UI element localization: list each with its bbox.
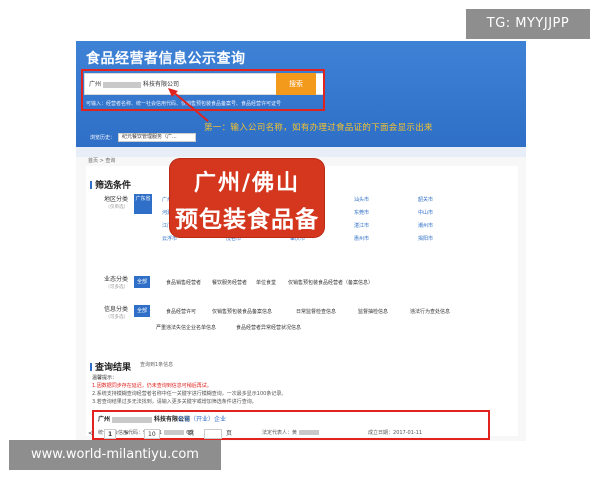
city-option[interactable]: 中山市 bbox=[418, 209, 433, 216]
page-title: 食品经营者信息公示查询 bbox=[86, 51, 246, 67]
history-label: 浏览历史： bbox=[90, 135, 116, 141]
city-option[interactable]: 潮州市 bbox=[418, 222, 433, 229]
redacted-block bbox=[164, 430, 185, 435]
city-option[interactable]: 汕头市 bbox=[354, 196, 369, 203]
region-label-text: 地区分类 bbox=[103, 196, 128, 203]
result-status: 在营（开业）企业 bbox=[178, 416, 227, 423]
info-option[interactable]: 违法行为查处信息 bbox=[410, 308, 450, 315]
notice-item: 1.因数据同步存在延迟，仍未查询到信息可稍后再试。 bbox=[92, 383, 212, 389]
pager-goto-input[interactable] bbox=[204, 429, 222, 439]
results-title: 查询结果 bbox=[90, 360, 131, 373]
redacted-block bbox=[299, 430, 320, 435]
notice-item: 3.若查询结果过多无法找到，请输入更多关键字或增加筛选条件进行查询。 bbox=[92, 399, 257, 405]
pager-size-select[interactable]: 10 条/页 bbox=[144, 429, 161, 439]
page-screenshot: 食品经营者信息公示查询 广州 科技有限公司 搜索 可输入：经营者名称、统一社会信用… bbox=[76, 41, 526, 441]
info-option[interactable]: 食品经营许可 bbox=[166, 308, 196, 315]
notice-label: 温馨提示： bbox=[92, 375, 118, 381]
page-header: 食品经营者信息公示查询 广州 科技有限公司 搜索 可输入：经营者名称、统一社会信用… bbox=[76, 41, 526, 147]
city-option[interactable]: 湛江市 bbox=[354, 222, 369, 229]
result-legal-rep: 法定代表人：黄 bbox=[262, 429, 321, 436]
info-label-text: 信息分类 bbox=[103, 306, 128, 313]
legal-value: 黄 bbox=[292, 430, 298, 436]
pager-next-button[interactable]: > bbox=[124, 429, 129, 439]
info-option[interactable]: 日常监督检查信息 bbox=[296, 308, 336, 315]
business-label-text: 业态分类 bbox=[103, 276, 128, 283]
result-founded-date: 成立日期：2017-01-11 bbox=[368, 429, 422, 436]
filters-title: 筛选条件 bbox=[90, 178, 131, 191]
business-all-chip[interactable]: 全部 bbox=[134, 276, 150, 288]
pager-page-1[interactable]: 1 bbox=[104, 429, 117, 439]
info-option[interactable]: 仅销售预包装食品备案信息 bbox=[212, 308, 272, 315]
region-label: 地区分类 （仅单选） bbox=[88, 196, 128, 212]
instruction-text: 第一：输入公司名称，如有办理过食品证的下面会显示出来 bbox=[204, 123, 433, 133]
screenshot-stage: TG: MYYJJPP 食品经营者信息公示查询 广州 科技有限公司 搜索 可输入：… bbox=[0, 0, 600, 480]
redacted-block bbox=[112, 416, 153, 423]
breadcrumb: 首页 > 查询 bbox=[88, 158, 116, 164]
promo-line-1: 广州/佛山 bbox=[193, 171, 301, 196]
business-option[interactable]: 餐饮服务经营者 bbox=[212, 279, 247, 286]
results-count: 查询到1条信息 bbox=[140, 362, 174, 368]
city-option[interactable]: 揭阳市 bbox=[418, 235, 433, 242]
pager-page-unit: 页 bbox=[226, 430, 233, 437]
date-label: 成立日期： bbox=[368, 430, 394, 436]
info-all-chip[interactable]: 全部 bbox=[134, 305, 150, 317]
info-label: 信息分类 （可多选） bbox=[88, 306, 128, 322]
city-option[interactable]: 惠州市 bbox=[354, 235, 369, 242]
watermark-top: TG: MYYJJPP bbox=[466, 9, 590, 39]
info-option[interactable]: 严重违法失信企业名单信息 bbox=[156, 324, 216, 331]
history-bar bbox=[76, 147, 526, 157]
info-label-sub: （可多选） bbox=[105, 315, 129, 320]
business-label-sub: （可多选） bbox=[105, 285, 129, 290]
business-option[interactable]: 食品销售经营者 bbox=[166, 279, 201, 286]
result-name-prefix: 广州 bbox=[98, 416, 111, 423]
date-value: 2017-01-11 bbox=[393, 430, 423, 436]
promo-line-2: 预包装食品备案 bbox=[175, 207, 319, 267]
history-chip[interactable]: 纪元餐饮管理服务（广... bbox=[118, 133, 196, 142]
pointer-arrow-icon bbox=[168, 88, 209, 122]
region-selected-province[interactable]: 广东省 bbox=[134, 194, 152, 214]
city-option[interactable]: 东莞市 bbox=[354, 209, 369, 216]
info-option[interactable]: 监督抽检信息 bbox=[358, 308, 388, 315]
info-option[interactable]: 食品经营者异常经营状况信息 bbox=[236, 324, 301, 331]
pager-goto-label: 跳至 bbox=[188, 430, 195, 441]
watermark-bottom: www.world-milantiyu.com bbox=[9, 440, 221, 470]
business-option[interactable]: 仅销售预包装食品经营者（备案信息） bbox=[288, 279, 373, 286]
legal-label: 法定代表人： bbox=[262, 430, 293, 436]
pager-prev-button[interactable]: < bbox=[88, 429, 93, 439]
promo-banner: 广州/佛山 预包装食品备案 bbox=[170, 159, 324, 267]
result-company-name[interactable]: 广州 科技有限公司 bbox=[98, 414, 190, 423]
business-option[interactable]: 单位食堂 bbox=[256, 279, 276, 286]
region-label-sub: （仅单选） bbox=[105, 205, 129, 210]
notice-item: 2.系统支持模糊查询经营者名称中任一关键字进行模糊查询，一次最多显示100条记录… bbox=[92, 391, 287, 397]
business-label: 业态分类 （可多选） bbox=[88, 276, 128, 292]
city-option[interactable]: 韶关市 bbox=[418, 196, 433, 203]
